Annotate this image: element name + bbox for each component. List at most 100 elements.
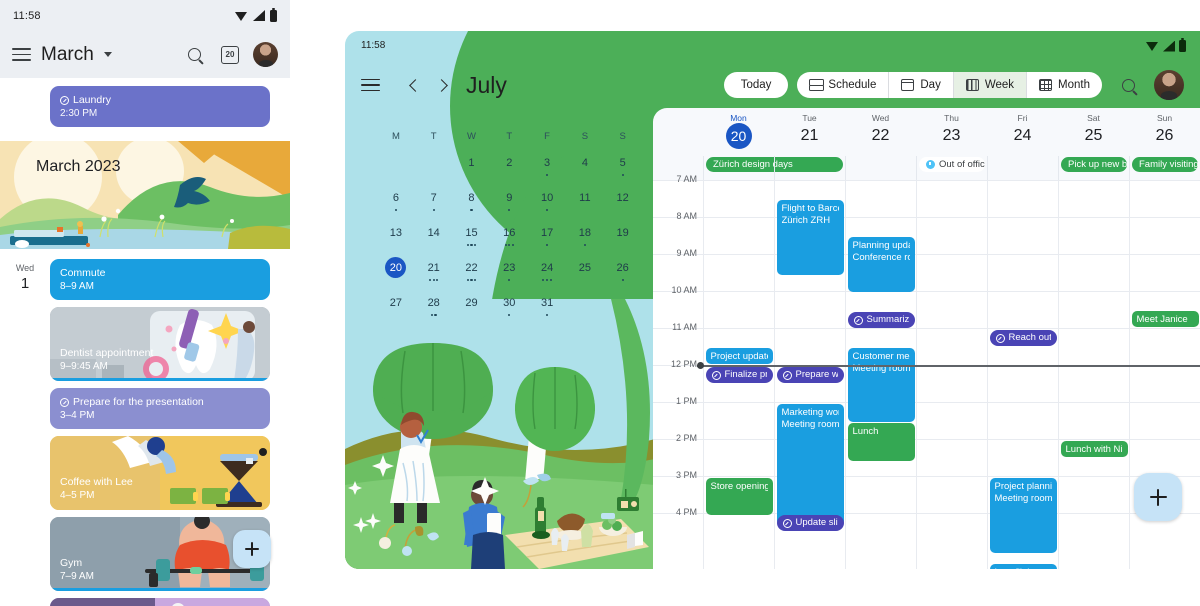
week-day-header-cell[interactable]: Fri 24 [987,108,1058,156]
week-day-header-cell[interactable]: Sat 25 [1058,108,1129,156]
mini-calendar-day[interactable]: 30 [490,292,528,327]
calendar-event[interactable]: Planning updateConference room [847,237,915,292]
mini-calendar-day[interactable]: 22 [453,257,491,292]
mini-calendar-day[interactable]: 26 [604,257,642,292]
day-column[interactable]: Lunch with Nina [1058,180,1129,569]
mini-calendar[interactable]: MTWTFSS 1 2 3 4 5 6 7 8 9 10 11 12 13 14 15 16 17 18 19 20 2… [377,131,642,327]
calendar-event[interactable]: Flight to BarcelonaZürich ZRH [776,200,844,275]
search-button[interactable] [181,42,207,68]
tab-day[interactable]: Day [889,72,954,98]
mini-calendar-day[interactable]: 15 [453,222,491,257]
time-grid[interactable]: 7 AM 8 AM 9 AM 10 AM 11 AM 12 PM 1 PM 2 PM 3 PM 4… [653,174,1200,569]
today-button[interactable]: Today [723,72,789,98]
calendar-event[interactable]: Marketing workshopMeeting room [776,404,844,526]
mini-calendar-day[interactable]: 11 [566,187,604,222]
mini-calendar-day[interactable]: 29 [453,292,491,327]
day-column[interactable] [916,180,987,569]
calendar-event[interactable]: Meet Janice [1131,311,1199,327]
week-day-header-cell[interactable]: Sun 26 [1129,108,1200,156]
list-item[interactable]: Prepare for the presentation 3–4 PM [50,388,270,429]
calendar-event[interactable]: Customer meetingMeeting room [847,348,915,422]
mini-calendar-day[interactable]: 10 [528,187,566,222]
all-day-cell[interactable]: Pick up new bike [1058,156,1129,180]
mini-calendar-day[interactable]: 12 [604,187,642,222]
mini-calendar-day[interactable]: 14 [415,222,453,257]
mini-calendar-day[interactable]: 24 [528,257,566,292]
all-day-cell[interactable] [845,156,916,180]
tab-month[interactable]: Month [1027,72,1102,98]
mini-calendar-day[interactable]: 23 [490,257,528,292]
phone-agenda-list[interactable]: Laundry 2:30 PM March 2023 Wed 1 Commute… [0,78,290,606]
calendar-event[interactable]: Store opening [705,478,773,515]
previous-period-button[interactable] [402,72,428,98]
task-chip[interactable]: Prepare workshop [776,367,844,383]
mini-calendar-day[interactable]: 6 [377,187,415,222]
hamburger-menu-icon[interactable] [361,78,380,92]
list-item[interactable]: Dentist appointment 9–9:45 AM [50,307,270,381]
mini-calendar-day[interactable]: 8 [453,187,491,222]
tab-week[interactable]: Week [953,72,1028,98]
event-location: Conference room [852,252,910,263]
all-day-cell[interactable]: Out of office [916,156,987,180]
calendar-event[interactable]: Project update [705,348,773,364]
create-event-button[interactable] [1134,473,1182,521]
day-column[interactable]: Flight to BarcelonaZürich ZRH Prepare wor… [774,180,845,569]
week-day-header-cell[interactable]: Tue 21 [774,108,845,156]
all-day-cell[interactable] [987,156,1058,180]
mini-calendar-day[interactable]: 7 [415,187,453,222]
mini-calendar-day[interactable]: 13 [377,222,415,257]
jump-to-today-button[interactable]: 20 [217,42,243,68]
week-daynum: 21 [800,127,819,144]
task-chip[interactable]: Finalize presentation [705,367,773,383]
list-item[interactable]: Laundry 2:30 PM [50,86,270,127]
day-column[interactable]: Reach out to Sam Project planningMeeting … [987,180,1058,569]
week-day-header-cell[interactable]: Mon 20 [703,108,774,156]
create-event-button[interactable] [233,530,271,568]
mini-calendar-day[interactable]: 20 [377,257,415,292]
mini-calendar-day[interactable]: 31 [528,292,566,327]
avatar[interactable] [253,42,278,67]
calendar-event[interactable]: Project planningMeeting room [989,478,1057,553]
calendar-event[interactable]: Lunch [847,423,915,461]
list-item[interactable] [50,598,270,606]
all-day-cell[interactable]: Zürich design days [703,156,843,180]
mini-calendar-day[interactable]: 17 [528,222,566,257]
day-column[interactable]: Project update Finalize presentation Store… [703,180,774,569]
mini-calendar-day[interactable]: 25 [566,257,604,292]
next-period-button[interactable] [428,72,454,98]
avatar[interactable] [1154,70,1184,100]
mini-calendar-day[interactable]: 28 [415,292,453,327]
event-label: Prepare for the presentation 3–4 PM [50,388,270,429]
day-column[interactable]: Planning updateConference room Summarize … [845,180,916,569]
hamburger-menu-icon[interactable] [12,48,31,61]
mini-calendar-day[interactable]: 5 [604,152,642,187]
task-chip[interactable]: Reach out to Sam [989,330,1057,346]
search-button[interactable] [1115,72,1141,98]
mini-calendar-day[interactable]: 19 [604,222,642,257]
mini-calendar-daynum: 23 [503,261,516,274]
caret-down-icon[interactable] [103,52,112,57]
list-item[interactable]: Commute 8–9 AM [50,259,270,300]
mini-calendar-day[interactable]: 3 [528,152,566,187]
task-chip[interactable]: Summarize notes [847,312,915,328]
all-day-event[interactable]: Out of office [919,157,985,172]
week-day-header-cell[interactable]: Thu 23 [916,108,987,156]
list-item[interactable]: Coffee with Lee 4–5 PM [50,436,270,510]
mini-calendar-day[interactable]: 4 [566,152,604,187]
all-day-event[interactable]: Family visiting [1132,157,1198,172]
all-day-cell[interactable] [774,156,845,180]
all-day-event[interactable]: Pick up new bike [1061,157,1127,172]
week-day-header-cell[interactable]: Wed 22 [845,108,916,156]
task-chip[interactable]: Update slides [776,515,844,531]
mini-calendar-day[interactable]: 16 [490,222,528,257]
all-day-cell[interactable]: Family visiting [1129,156,1200,180]
mini-calendar-day[interactable]: 27 [377,292,415,327]
tab-schedule[interactable]: Schedule [797,72,890,98]
calendar-event[interactable]: Last flight [989,564,1057,569]
calendar-event[interactable]: Lunch with Nina [1060,441,1128,457]
mini-calendar-day[interactable]: 2 [490,152,528,187]
mini-calendar-day[interactable]: 1 [453,152,491,187]
mini-calendar-day[interactable]: 21 [415,257,453,292]
mini-calendar-day[interactable]: 18 [566,222,604,257]
mini-calendar-day[interactable]: 9 [490,187,528,222]
